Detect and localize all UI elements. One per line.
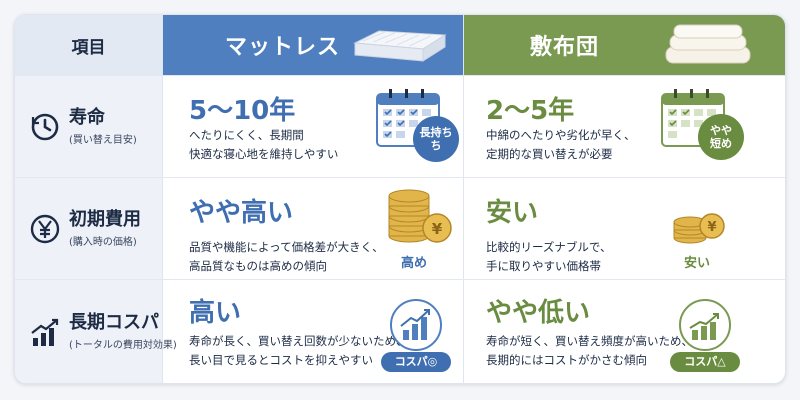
header-row: 項目 マットレス 敷布団 — [15, 15, 785, 75]
coin-stack-icon: ¥ — [388, 189, 452, 243]
futon-initial-cost: 安い 比較的リーズナブルで、 手に取りやすい価格帯 ¥ 安い — [464, 178, 785, 279]
sublabel-initial-cost: (購入時の価格) — [69, 237, 137, 248]
futon-long-term-value-value: やや低い — [486, 298, 591, 328]
short-badge-line2: 短め — [710, 137, 732, 150]
long-lasting-badge-line1: 長持ち — [419, 126, 453, 139]
short-badge-line1: やや — [710, 124, 732, 137]
cheap-badge: 安い — [684, 256, 711, 271]
mattress-initial-cost-value: やや高い — [189, 198, 294, 228]
sublabel-lifespan: (買い替え目安) — [69, 135, 137, 146]
svg-text:¥: ¥ — [432, 220, 443, 238]
futon-long-term-desc1: 寿命が短く、買い替え頻度が高いため、 — [486, 334, 693, 348]
futon-initial-cost-value: 安い — [486, 198, 539, 228]
long-lasting-badge: 長持ち ち — [413, 116, 459, 162]
mattress-initial-cost: やや高い 品質や機能によって価格差が大きく、 高品質なものは高めの傾向 ¥ 高め — [163, 178, 464, 279]
mattress-lifespan: 5〜10年 へたりにくく、長期間 快適な寝心地を維持しやすい 長持ち ち — [163, 76, 464, 177]
chart-up-icon — [31, 318, 59, 346]
futon-lifespan-desc2: 定期的な買い替えが必要 — [486, 147, 613, 161]
row-label-lifespan: 寿命 (買い替え目安) — [15, 76, 163, 177]
cost-performance-good-badge: コスパ◎ — [381, 352, 451, 372]
cost-chart-icon — [390, 299, 442, 351]
mattress-lifespan-value: 5〜10年 — [189, 96, 296, 126]
label-initial-cost: 初期費用 — [69, 209, 141, 230]
comparison-table: 項目 マットレス 敷布団 寿命 (買い替え目安) 5〜10年 へたりにくく、長期… — [14, 14, 786, 384]
row-initial-cost: 初期費用 (購入時の価格) やや高い 品質や機能によって価格差が大きく、 高品質… — [15, 178, 785, 279]
header-futon-label: 敷布団 — [530, 35, 600, 60]
row-long-term-value: 長期コスパ (トータルの費用対効果) 高い 寿命が長く、買い替え回数が少ないため… — [15, 280, 785, 383]
mattress-long-term-value-value: 高い — [189, 298, 242, 328]
row-label-long-term-value: 長期コスパ (トータルの費用対効果) — [15, 280, 177, 383]
futon-icon — [665, 24, 751, 64]
header-futon: 敷布団 — [464, 15, 785, 75]
futon-initial-cost-desc1: 比較的リーズナブルで、 — [486, 240, 612, 254]
header-item: 項目 — [15, 15, 163, 75]
mattress-lifespan-desc1: へたりにくく、長期間 — [189, 128, 304, 142]
mattress-long-term-desc1: 寿命が長く、買い替え回数が少ないため、 — [189, 334, 408, 348]
mattress-initial-cost-desc2: 高品質なものは高めの傾向 — [189, 259, 327, 273]
mattress-lifespan-desc2: 快適な寝心地を維持しやすい — [189, 147, 339, 161]
sublabel-long-term-value: (トータルの費用対効果) — [69, 340, 177, 351]
mattress-long-term-desc2: 長い目で見るとコストを抑えやすい — [189, 353, 373, 367]
header-mattress-label: マットレス — [225, 35, 341, 60]
label-long-term-value: 長期コスパ — [69, 312, 159, 333]
row-lifespan: 寿命 (買い替え目安) 5〜10年 へたりにくく、長期間 快適な寝心地を維持しや… — [15, 76, 785, 177]
futon-long-term-value: やや低い 寿命が短く、買い替え頻度が高いため、 長期的にはコストがかさむ傾向 コ… — [464, 280, 785, 383]
high-badge: 高め — [401, 256, 428, 271]
futon-lifespan-value: 2〜5年 — [486, 96, 575, 126]
futon-lifespan: 2〜5年 中綿のへたりや劣化が早く、 定期的な買い替えが必要 やや 短め — [464, 76, 785, 177]
futon-lifespan-desc1: 中綿のへたりや劣化が早く、 — [486, 128, 636, 142]
short-badge: やや 短め — [698, 114, 744, 160]
long-lasting-badge-line2: ち — [430, 139, 442, 152]
svg-text:¥: ¥ — [707, 220, 716, 235]
label-lifespan: 寿命 — [69, 107, 105, 128]
row-label-initial-cost: 初期費用 (購入時の価格) — [15, 178, 163, 279]
mattress-icon — [353, 30, 447, 62]
futon-long-term-desc2: 長期的にはコストがかさむ傾向 — [486, 353, 647, 367]
cost-performance-fair-badge: コスパ△ — [670, 352, 740, 372]
header-mattress: マットレス — [163, 15, 464, 75]
mattress-initial-cost-desc1: 品質や機能によって価格差が大きく、 — [189, 240, 384, 254]
cost-chart-icon — [679, 299, 731, 351]
coin-stack-icon: ¥ — [673, 213, 725, 244]
mattress-long-term-value: 高い 寿命が長く、買い替え回数が少ないため、 長い目で見るとコストを抑えやすい … — [163, 280, 464, 383]
futon-initial-cost-desc2: 手に取りやすい価格帯 — [486, 259, 601, 273]
yen-icon — [30, 214, 60, 243]
clock-icon — [31, 113, 59, 140]
